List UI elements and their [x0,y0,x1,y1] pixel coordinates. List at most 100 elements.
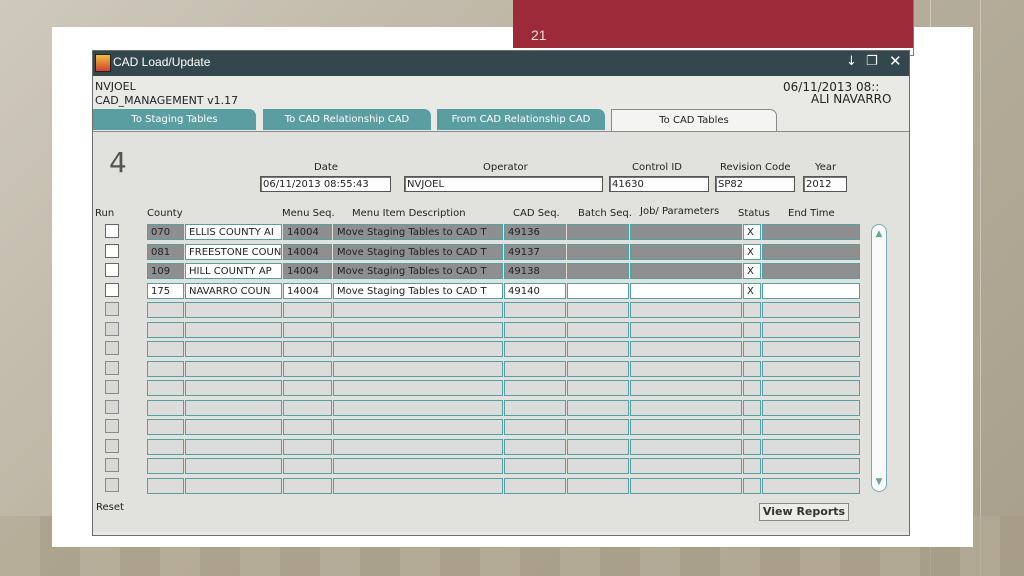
county-code-cell[interactable] [147,360,184,377]
scroll-up-icon[interactable]: ▲ [873,227,885,241]
reset-button[interactable]: Reset [96,502,124,513]
status-cell[interactable]: X [743,243,761,260]
status-cell[interactable] [743,399,761,416]
end-time-cell[interactable] [762,477,860,494]
batch-seq-cell[interactable] [567,321,629,338]
status-cell[interactable]: X [743,282,761,299]
run-checkbox[interactable] [105,380,119,394]
description-cell[interactable] [333,341,503,357]
cad-seq-cell[interactable] [504,419,566,435]
run-checkbox[interactable] [105,341,119,355]
control-id-field[interactable]: 41630 [609,176,709,192]
batch-seq-cell[interactable] [567,438,629,455]
county-code-cell[interactable]: 081 [147,243,184,260]
job-parameters-cell[interactable] [630,380,742,396]
cad-seq-cell[interactable] [504,360,566,377]
cad-seq-cell[interactable] [504,302,566,318]
batch-seq-cell[interactable] [567,282,629,299]
status-cell[interactable]: X [743,224,761,240]
menu-seq-cell[interactable] [283,399,332,416]
job-parameters-cell[interactable] [630,419,742,435]
menu-seq-cell[interactable] [283,302,332,318]
end-time-cell[interactable] [762,458,860,474]
menu-seq-cell[interactable]: 14004 [283,224,332,240]
status-cell[interactable] [743,438,761,455]
job-parameters-cell[interactable] [630,458,742,474]
description-cell[interactable] [333,438,503,455]
close-icon[interactable]: ✕ [889,52,902,70]
run-checkbox[interactable] [105,321,119,336]
batch-seq-cell[interactable] [567,263,629,279]
run-checkbox[interactable] [105,360,119,375]
status-cell[interactable] [743,419,761,435]
status-cell[interactable]: X [743,263,761,279]
status-cell[interactable] [743,360,761,377]
status-cell[interactable] [743,321,761,338]
county-name-cell[interactable] [185,302,282,318]
menu-seq-cell[interactable] [283,341,332,357]
batch-seq-cell[interactable] [567,399,629,416]
run-checkbox[interactable] [105,282,119,297]
job-parameters-cell[interactable] [630,360,742,377]
menu-seq-cell[interactable] [283,419,332,435]
tab-to-staging-tables[interactable]: To Staging Tables [93,109,256,130]
menu-seq-cell[interactable]: 14004 [283,263,332,279]
job-parameters-cell[interactable] [630,302,742,318]
batch-seq-cell[interactable] [567,302,629,318]
description-cell[interactable]: Move Staging Tables to CAD T [333,282,503,299]
tab-from-cad-relationship[interactable]: From CAD Relationship CAD [437,109,605,130]
run-checkbox[interactable] [105,438,119,453]
tab-to-cad-tables[interactable]: To CAD Tables [611,109,777,132]
job-parameters-cell[interactable] [630,224,742,240]
restore-icon[interactable]: ❐ [866,54,878,69]
status-cell[interactable] [743,302,761,318]
revision-code-field[interactable]: SP82 [715,176,795,192]
batch-seq-cell[interactable] [567,341,629,357]
county-name-cell[interactable]: FREESTONE COUN [185,243,282,260]
county-name-cell[interactable] [185,477,282,494]
run-checkbox[interactable] [105,477,119,492]
end-time-cell[interactable] [762,438,860,455]
menu-seq-cell[interactable] [283,477,332,494]
status-cell[interactable] [743,477,761,494]
menu-seq-cell[interactable] [283,360,332,377]
cad-seq-cell[interactable] [504,380,566,396]
menu-seq-cell[interactable] [283,321,332,338]
run-checkbox[interactable] [105,399,119,414]
county-name-cell[interactable] [185,341,282,357]
job-parameters-cell[interactable] [630,399,742,416]
batch-seq-cell[interactable] [567,224,629,240]
batch-seq-cell[interactable] [567,243,629,260]
end-time-cell[interactable] [762,224,860,240]
county-name-cell[interactable] [185,438,282,455]
cad-seq-cell[interactable] [504,458,566,474]
description-cell[interactable] [333,302,503,318]
run-checkbox[interactable] [105,302,119,316]
end-time-cell[interactable] [762,341,860,357]
county-code-cell[interactable] [147,477,184,494]
county-code-cell[interactable]: 109 [147,263,184,279]
run-checkbox[interactable] [105,419,119,433]
end-time-cell[interactable] [762,321,860,338]
county-code-cell[interactable] [147,341,184,357]
county-name-cell[interactable] [185,458,282,474]
description-cell[interactable] [333,399,503,416]
end-time-cell[interactable] [762,302,860,318]
county-code-cell[interactable] [147,458,184,474]
county-code-cell[interactable]: 175 [147,282,184,299]
job-parameters-cell[interactable] [630,243,742,260]
status-cell[interactable] [743,341,761,357]
end-time-cell[interactable] [762,263,860,279]
cad-seq-cell[interactable] [504,399,566,416]
job-parameters-cell[interactable] [630,282,742,299]
batch-seq-cell[interactable] [567,419,629,435]
county-code-cell[interactable] [147,302,184,318]
status-cell[interactable] [743,458,761,474]
cad-seq-cell[interactable]: 49140 [504,282,566,299]
run-checkbox[interactable] [105,243,119,258]
county-code-cell[interactable] [147,321,184,338]
description-cell[interactable] [333,380,503,396]
county-code-cell[interactable] [147,399,184,416]
year-field[interactable]: 2012 [803,176,847,192]
batch-seq-cell[interactable] [567,458,629,474]
